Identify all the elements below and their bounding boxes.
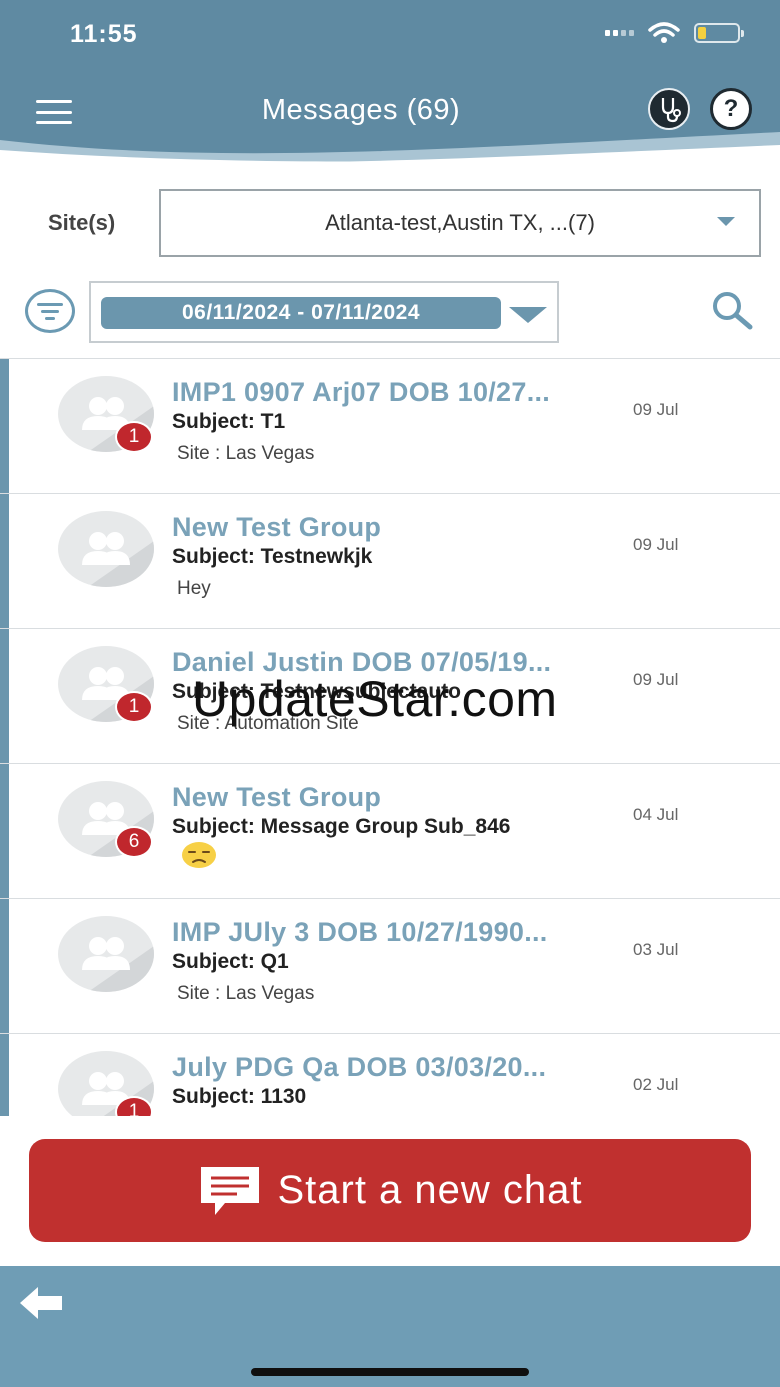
message-date: 04 Jul — [633, 805, 679, 824]
message-list: 1 IMP1 0907 Arj07 DOB 10/27... Subject: … — [0, 358, 780, 1116]
group-avatar-icon — [58, 916, 154, 992]
unread-badge: 1 — [115, 421, 153, 453]
message-row[interactable]: New Test Group Subject: Testnewkjk Hey 0… — [0, 494, 780, 629]
page-title: Messages (69) — [261, 94, 461, 126]
date-range-selector[interactable]: 06/11/2024 - 07/11/2024 — [89, 281, 559, 343]
message-date: 09 Jul — [633, 535, 679, 554]
chevron-down-icon — [717, 217, 735, 226]
message-row[interactable]: IMP JUly 3 DOB 10/27/1990... Subject: Q1… — [0, 899, 780, 1034]
message-subject: Subject: 1130 — [172, 1085, 307, 1108]
message-title: July PDG Qa DOB 03/03/20... — [172, 1052, 547, 1082]
row-accent-bar — [0, 899, 9, 1033]
unread-badge: 6 — [115, 826, 153, 858]
back-arrow-icon[interactable] — [18, 1284, 64, 1322]
message-preview: Site : Las Vegas — [177, 983, 315, 1004]
message-date: 09 Jul — [633, 670, 679, 689]
message-row[interactable]: 6 New Test Group Subject: Message Group … — [0, 764, 780, 899]
filter-icon[interactable] — [25, 289, 75, 333]
message-title: IMP1 0907 Arj07 DOB 10/27... — [172, 377, 551, 407]
home-indicator — [251, 1368, 529, 1376]
status-icons — [605, 22, 744, 44]
unread-badge: 1 — [115, 691, 153, 723]
status-time: 11:55 — [70, 20, 138, 48]
site-dropdown-value: Atlanta-test,Austin TX, ...(7) — [325, 210, 595, 235]
start-new-chat-label: Start a new chat — [277, 1168, 583, 1212]
site-dropdown[interactable]: Atlanta-test,Austin TX, ...(7) — [159, 189, 761, 257]
row-accent-bar — [0, 629, 9, 763]
chat-bubble-icon — [201, 1166, 260, 1215]
search-icon[interactable] — [710, 290, 754, 330]
message-date: 09 Jul — [633, 400, 679, 419]
message-date: 02 Jul — [633, 1075, 679, 1094]
message-title: New Test Group — [172, 782, 382, 812]
row-accent-bar — [0, 764, 9, 898]
chevron-down-icon — [509, 307, 547, 323]
message-preview: Hey — [177, 578, 211, 599]
message-title: IMP JUly 3 DOB 10/27/1990... — [172, 917, 548, 947]
message-subject: Subject: Q1 — [172, 950, 289, 973]
stethoscope-button[interactable] — [648, 88, 690, 130]
message-date: 03 Jul — [633, 940, 679, 959]
message-subject: Subject: Testnewkjk — [172, 545, 373, 568]
message-preview: Site : Las Vegas — [177, 443, 315, 464]
watermark-text: UpdateStar.com — [192, 671, 558, 727]
date-range-value: 06/11/2024 - 07/11/2024 — [101, 297, 501, 329]
start-new-chat-button[interactable]: Start a new chat — [29, 1139, 751, 1242]
group-avatar-icon — [58, 511, 154, 587]
bottom-toolbar — [0, 1266, 780, 1387]
battery-level — [698, 27, 706, 39]
row-accent-bar — [0, 359, 9, 493]
message-subject: Subject: Message Group Sub_846 — [172, 815, 511, 838]
site-label: Site(s) — [48, 210, 116, 235]
wifi-icon — [648, 22, 680, 43]
help-button[interactable]: ? — [710, 88, 752, 130]
unamused-face-emoji-icon — [182, 842, 216, 868]
row-accent-bar — [0, 1034, 9, 1116]
message-row[interactable]: 1 July PDG Qa DOB 03/03/20... Subject: 1… — [0, 1034, 780, 1116]
message-title: New Test Group — [172, 512, 382, 542]
row-accent-bar — [0, 494, 9, 628]
battery-icon — [694, 23, 744, 43]
app-header: 11:55 Messages (69) ? — [0, 0, 780, 175]
stethoscope-icon — [661, 98, 681, 123]
message-subject: Subject: T1 — [172, 410, 286, 433]
signal-icon — [605, 30, 634, 36]
message-row[interactable]: 1 IMP1 0907 Arj07 DOB 10/27... Subject: … — [0, 359, 780, 494]
